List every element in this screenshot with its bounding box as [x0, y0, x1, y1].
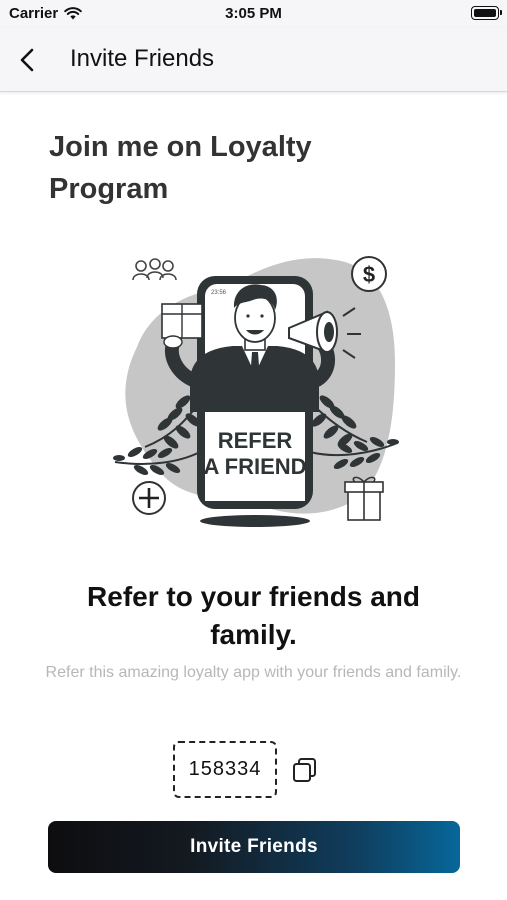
phone-time: 23:56: [211, 290, 227, 296]
status-time: 3:05 PM: [225, 5, 282, 22]
chevron-left-icon: [20, 48, 34, 72]
invite-friends-button[interactable]: Invite Friends: [48, 821, 460, 873]
gift-icon: [344, 476, 384, 521]
copy-icon: [293, 758, 316, 782]
plus-icon: [132, 481, 166, 515]
invite-friends-screen: Carrier 3:05 PM Invite Friends Join me o…: [0, 0, 507, 900]
referral-code-value: 158334: [188, 758, 262, 780]
refer-a-friend-sign: REFER A FRIEND: [203, 412, 307, 501]
sign-line-2: A FRIEND: [203, 454, 306, 479]
invite-friends-label: Invite Friends: [190, 836, 318, 857]
phone-shadow: [200, 515, 310, 527]
refer-a-friend-illustration: $ 23:56 REFER A FRIEND: [113, 256, 399, 527]
dollar-icon: $: [351, 256, 387, 292]
page-heading: Join me on Loyalty Program: [49, 131, 312, 205]
navigation-bar: Invite Friends: [0, 28, 507, 92]
status-bar: Carrier 3:05 PM: [0, 0, 507, 28]
people-icon: [132, 258, 177, 281]
refer-subtitle: Refer this amazing loyalty app with your…: [45, 664, 462, 681]
battery-icon: [471, 6, 502, 20]
nav-title: Invite Friends: [70, 45, 215, 72]
back-button[interactable]: [12, 44, 44, 76]
sign-line-1: REFER: [218, 428, 293, 453]
copy-code-button[interactable]: [291, 756, 319, 784]
svg-text:$: $: [363, 262, 375, 287]
referral-code[interactable]: 158334: [173, 741, 277, 798]
refer-title: Refer to your friends and family.: [87, 581, 420, 650]
